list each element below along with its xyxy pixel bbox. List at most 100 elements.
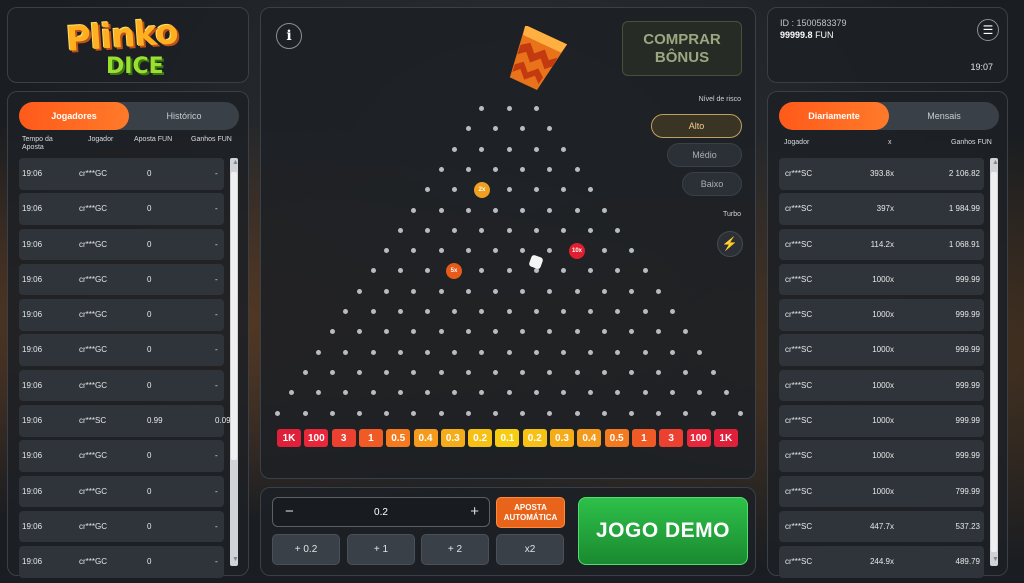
table-row: cr***SC 1000x 999.99 bbox=[779, 263, 984, 296]
row-win: - bbox=[215, 204, 218, 214]
peg bbox=[506, 309, 512, 314]
row-win: 1 984.99 bbox=[948, 204, 980, 214]
peg bbox=[316, 390, 322, 396]
table-row: cr***SC 447.7x 537.23 bbox=[779, 510, 984, 543]
peg bbox=[615, 390, 621, 396]
peg bbox=[438, 410, 444, 416]
peg bbox=[370, 309, 376, 314]
peg bbox=[560, 227, 566, 233]
table-row: cr***SC 1000x 799.99 bbox=[779, 475, 984, 508]
quick-add-0.2-button[interactable]: + 0.2 bbox=[272, 534, 340, 565]
risk-medium-button[interactable]: Médio bbox=[667, 143, 742, 167]
double-bet-button[interactable]: x2 bbox=[496, 534, 564, 565]
peg bbox=[506, 227, 512, 233]
peg bbox=[479, 349, 485, 355]
play-demo-button[interactable]: JOGO DEMO bbox=[578, 497, 748, 565]
peg bbox=[588, 309, 594, 314]
turbo-label: Turbo bbox=[722, 211, 741, 218]
peg bbox=[669, 390, 675, 396]
peg bbox=[588, 187, 594, 193]
peg bbox=[642, 309, 648, 314]
peg bbox=[615, 309, 621, 314]
peg bbox=[452, 146, 458, 152]
row-win: - bbox=[215, 169, 218, 178]
peg bbox=[601, 410, 607, 416]
quick-add-1-button[interactable]: + 1 bbox=[347, 534, 415, 565]
risk-low-button[interactable]: Baixo bbox=[682, 172, 742, 196]
peg bbox=[438, 207, 444, 213]
peg bbox=[547, 207, 553, 213]
peg bbox=[356, 329, 362, 335]
peg bbox=[370, 268, 376, 274]
players-scroll-thumb[interactable] bbox=[231, 172, 237, 460]
quick-add-2-button[interactable]: + 2 bbox=[421, 534, 489, 565]
peg bbox=[465, 248, 471, 254]
header-multiplier: x bbox=[888, 139, 892, 146]
scroll-up-icon[interactable]: ▲ bbox=[992, 159, 999, 166]
logo-subtitle: DICE bbox=[106, 54, 164, 79]
peg bbox=[356, 410, 362, 416]
bet-amount-value: 0.2 bbox=[374, 507, 388, 518]
leaderboard-scroll-thumb[interactable] bbox=[991, 172, 997, 552]
turbo-toggle[interactable]: ⚡ bbox=[717, 231, 743, 257]
row-multiplier: 1000x bbox=[872, 345, 894, 355]
leaderboard-tabs: Diariamente Mensais bbox=[779, 102, 999, 130]
peg bbox=[424, 390, 430, 396]
multiplier-slot: 3 bbox=[331, 429, 356, 447]
multiplier-slot: 0.2 bbox=[468, 429, 493, 447]
buy-bonus-button[interactable]: COMPRAR BÔNUS bbox=[622, 21, 742, 76]
peg bbox=[547, 329, 553, 335]
players-tabs: Jogadores Histórico bbox=[19, 102, 239, 130]
row-win: 999.99 bbox=[955, 380, 980, 390]
table-row: 19:06 cr***GC 0 - bbox=[19, 546, 224, 578]
row-player: cr***SC bbox=[785, 521, 813, 531]
row-win: 999.99 bbox=[955, 274, 980, 284]
peg bbox=[642, 390, 648, 396]
peg bbox=[506, 349, 512, 355]
peg bbox=[397, 349, 403, 355]
row-player: cr***SC bbox=[785, 451, 813, 461]
logo-panel: Plinko DICE bbox=[7, 7, 249, 83]
peg bbox=[479, 146, 485, 152]
peg bbox=[343, 390, 349, 396]
tab-historico[interactable]: Histórico bbox=[129, 102, 239, 130]
tab-diariamente[interactable]: Diariamente bbox=[779, 102, 889, 130]
peg bbox=[588, 349, 594, 355]
tab-mensais[interactable]: Mensais bbox=[889, 102, 999, 130]
row-time: 19:06 bbox=[22, 310, 43, 320]
table-row: cr***SC 397x 1 984.99 bbox=[779, 193, 984, 225]
peg bbox=[452, 187, 458, 193]
table-row: cr***SC 1000x 999.99 bbox=[779, 334, 984, 366]
row-time: 19:06 bbox=[22, 486, 43, 496]
peg bbox=[492, 369, 498, 375]
auto-bet-button[interactable]: APOSTA AUTOMÁTICA bbox=[496, 497, 565, 528]
peg bbox=[520, 166, 526, 172]
row-bet: 0.99 bbox=[147, 416, 163, 426]
tab-jogadores[interactable]: Jogadores bbox=[19, 102, 129, 130]
scroll-up-icon[interactable]: ▲ bbox=[232, 159, 239, 166]
row-bet: 0 bbox=[147, 521, 152, 531]
table-row: 19:06 cr***GC 0 - bbox=[19, 440, 224, 472]
row-win: - bbox=[215, 380, 218, 390]
peg bbox=[397, 390, 403, 396]
row-time: 19:06 bbox=[22, 169, 43, 178]
menu-button[interactable]: ☰ bbox=[977, 19, 999, 41]
row-win: 537.23 bbox=[955, 521, 980, 531]
row-player: cr***SC bbox=[785, 239, 813, 249]
row-win: - bbox=[215, 239, 218, 249]
peg bbox=[628, 369, 634, 375]
row-player: cr***SC bbox=[785, 486, 813, 496]
increase-bet-button[interactable]: + bbox=[470, 503, 479, 520]
multiplier-slot: 0.2 bbox=[522, 429, 547, 447]
scroll-down-icon[interactable]: ▼ bbox=[232, 556, 239, 563]
info-button[interactable]: i bbox=[276, 23, 302, 49]
peg bbox=[533, 187, 539, 193]
row-player: cr***SC bbox=[79, 416, 107, 426]
scroll-down-icon[interactable]: ▼ bbox=[992, 556, 999, 563]
peg bbox=[492, 126, 498, 132]
peg bbox=[520, 369, 526, 375]
bet-amount-field[interactable]: − 0.2 + bbox=[272, 497, 490, 527]
risk-high-button[interactable]: Alto bbox=[651, 114, 742, 138]
peg bbox=[656, 410, 662, 416]
peg bbox=[356, 369, 362, 375]
